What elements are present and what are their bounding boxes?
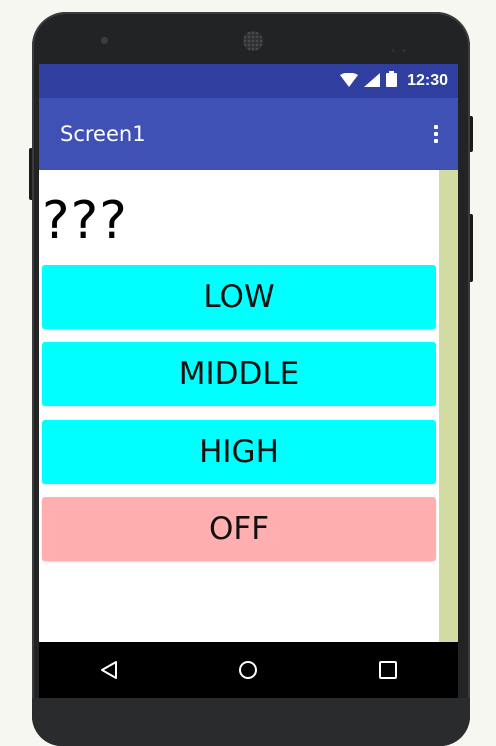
screen-content: ??? LOW MIDDLE HIGH OFF [39, 170, 458, 642]
sensor-icon [101, 37, 108, 44]
status-label: ??? [42, 191, 128, 251]
home-icon[interactable] [218, 642, 278, 698]
middle-button[interactable]: MIDDLE [42, 342, 436, 406]
battery-icon [386, 71, 398, 91]
front-camera-icon [243, 31, 263, 51]
status-bar: 12:30 [39, 64, 458, 98]
wifi-icon [340, 72, 359, 91]
status-time: 12:30 [407, 72, 448, 89]
back-icon[interactable] [79, 642, 139, 698]
device-screen: 12:30 Screen1 ??? LOW MIDDLE HIGH OFF [39, 64, 458, 698]
app-bar: Screen1 [39, 98, 458, 170]
cell-signal-icon [364, 72, 381, 91]
scrollbar[interactable] [439, 170, 458, 642]
off-button[interactable]: OFF [42, 497, 436, 561]
recents-icon[interactable] [358, 642, 418, 698]
low-button[interactable]: LOW [42, 265, 436, 329]
high-button[interactable]: HIGH [42, 420, 436, 484]
sensor-dots-icon [390, 38, 408, 52]
app-title: Screen1 [60, 122, 146, 146]
navigation-bar [39, 642, 458, 698]
overflow-menu-icon[interactable] [430, 119, 442, 149]
phone-chin [32, 698, 470, 746]
